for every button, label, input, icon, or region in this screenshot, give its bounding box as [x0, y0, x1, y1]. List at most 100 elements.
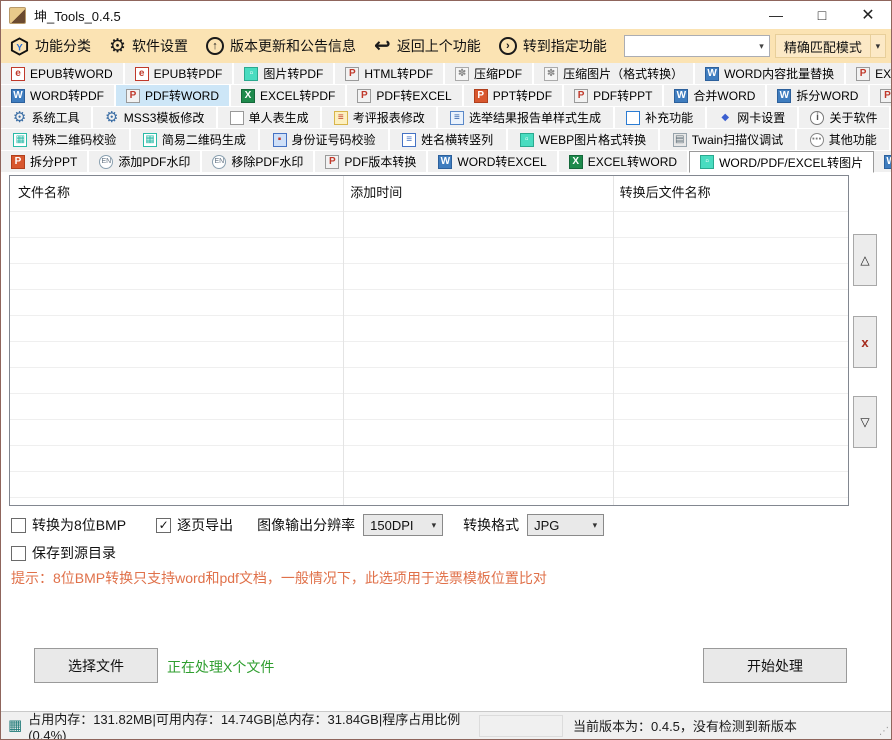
function-tab[interactable]: W WORD转EXCEL [428, 151, 558, 173]
function-tab-label: 拆分WORD [796, 87, 858, 104]
move-up-button[interactable]: △ [853, 234, 877, 286]
delete-item-button[interactable]: x [853, 316, 877, 368]
function-tab[interactable]: 单人表生成 [218, 107, 322, 129]
stamp-icon: EN [99, 155, 113, 169]
function-tab-active[interactable]: ▫WORD/PDF/EXCEL转图片 [689, 151, 874, 173]
function-tab[interactable]: P合并PDF [870, 85, 892, 107]
function-tab[interactable]: ▪身份证号码校验 [260, 129, 390, 151]
version-update-button[interactable]: ↑ 版本更新和公告信息 [197, 29, 365, 63]
checkbox-checked-icon: ✓ [156, 518, 171, 533]
resize-grip[interactable]: ⋰ [879, 726, 889, 737]
function-tab[interactable]: ≡选举结果报告单样式生成 [438, 107, 614, 129]
function-tab[interactable]: XEXCEL转PDF [231, 85, 347, 107]
save-source-checkbox[interactable]: 保存到源目录 [11, 543, 116, 563]
minimize-button[interactable]: — [753, 1, 799, 29]
close-button[interactable]: ✕ [845, 1, 891, 29]
scanner-icon: ▤ [673, 133, 687, 147]
more-icon: ⋯ [810, 133, 824, 147]
function-tab[interactable]: ⋯其他功能 [797, 129, 891, 151]
gear-icon: ⚙ [105, 111, 119, 125]
dpi-value: 150DPI [370, 518, 413, 533]
table-row-empty [10, 212, 848, 238]
function-tab-label: Twain扫描仪调试 [692, 131, 783, 148]
goto-function-button[interactable]: › 转到指定功能 [490, 29, 616, 63]
chevron-down-icon[interactable]: ▾ [759, 41, 769, 52]
function-tab[interactable]: eEPUB转PDF [125, 63, 235, 85]
bmp8-label: 转换为8位BMP [32, 515, 126, 535]
function-tab-label: WORD转EXCEL [457, 153, 546, 170]
function-search-combo[interactable]: ▾ [624, 35, 770, 57]
info-icon: i [810, 111, 824, 125]
function-tab[interactable]: ≡姓名横转竖列 [390, 129, 508, 151]
software-settings-button[interactable]: ⚙ 软件设置 [100, 29, 197, 63]
function-category-button[interactable]: Y 功能分类 [1, 29, 100, 63]
app-icon [9, 7, 26, 24]
list-icon: ≡ [450, 111, 464, 125]
match-mode-arrow-button[interactable]: ▾ [871, 34, 886, 58]
function-tab[interactable]: ≡考评报表修改 [322, 107, 438, 129]
start-processing-button[interactable]: 开始处理 [703, 648, 847, 683]
function-tab[interactable]: EN添加PDF水印 [89, 151, 202, 173]
select-files-button[interactable]: 选择文件 [34, 648, 158, 683]
function-tab[interactable]: ▫图片转PDF [234, 63, 335, 85]
maximize-button[interactable]: □ [799, 1, 845, 29]
function-tab[interactable]: EN移除PDF水印 [202, 151, 315, 173]
column-header[interactable]: 添加时间 [342, 176, 611, 211]
epub-icon: e [11, 67, 25, 81]
excel-icon: X [569, 155, 583, 169]
move-down-button[interactable]: ▽ [853, 396, 877, 448]
function-tab[interactable]: W合并WORD [664, 85, 767, 107]
function-tab[interactable]: ⚙MSS3模板修改 [93, 107, 218, 129]
function-tab[interactable]: ▦特殊二维码校验 [1, 129, 131, 151]
function-tab[interactable]: PPDF转WORD [116, 85, 231, 107]
title-bar: 坤_Tools_0.4.5 — □ ✕ [1, 1, 891, 29]
function-tab[interactable]: PPDF转EXCEL [347, 85, 463, 107]
back-previous-function-button[interactable]: ↩ 返回上个功能 [365, 29, 490, 63]
function-tab[interactable]: ▫WEBP图片格式转换 [508, 129, 661, 151]
main-toolbar: Y 功能分类 ⚙ 软件设置 ↑ 版本更新和公告信息 ↩ 返回上个功能 › 转到指… [1, 29, 891, 63]
function-tab[interactable]: XEXCEL转WORD [559, 151, 689, 173]
options-row-2: 保存到源目录 [11, 543, 116, 563]
dpi-select[interactable]: 150DPI ▾ [363, 514, 443, 536]
function-tab[interactable]: PHTML转PDF [335, 63, 445, 85]
function-tab[interactable]: ⚙系统工具 [1, 107, 93, 129]
word-icon: W [438, 155, 452, 169]
function-tab[interactable]: PEXCEL内容批量替换 [846, 63, 892, 85]
function-tab[interactable]: PPPT转PDF [464, 85, 564, 107]
function-tab-label: 身份证号码校验 [292, 131, 376, 148]
chevron-down-icon: ▾ [432, 520, 443, 531]
function-tab[interactable]: PPDF转PPT [564, 85, 664, 107]
function-tab[interactable]: W拆分WORD [767, 85, 870, 107]
per-page-checkbox[interactable]: ✓ 逐页导出 [156, 515, 233, 535]
bmp8-checkbox[interactable]: 转换为8位BMP [11, 515, 126, 535]
function-tab[interactable]: P拆分PPT [1, 151, 89, 173]
toolbar-label: 转到指定功能 [523, 36, 607, 56]
function-tab[interactable]: ▤ Twain扫描仪调试 [660, 129, 797, 151]
function-tab[interactable]: WWORD内容批量替换 [695, 63, 846, 85]
function-tab[interactable]: ◆网卡设置 [707, 107, 799, 129]
column-header[interactable]: 转换后文件名称 [612, 176, 848, 211]
checkbox-unchecked-icon [11, 546, 26, 561]
function-tab[interactable]: ✽压缩PDF [445, 63, 534, 85]
function-tab[interactable]: PPDF版本转换 [315, 151, 428, 173]
function-tab[interactable]: ✽压缩图片（格式转换） [534, 63, 695, 85]
function-tab-label: 合并WORD [693, 87, 755, 104]
function-tab[interactable]: ▦简易二维码生成 [131, 129, 261, 151]
function-tab[interactable]: WWORD转PDF [1, 85, 116, 107]
match-mode-button[interactable]: 精确匹配模式 [775, 34, 871, 58]
function-tab[interactable]: i关于软件 [799, 107, 891, 129]
toolbar-label: 软件设置 [132, 36, 188, 56]
docblue-icon [626, 111, 640, 125]
report-icon: ≡ [334, 111, 348, 125]
function-tab[interactable]: WWORD转EPUB [874, 151, 892, 173]
file-table[interactable]: 文件名称添加时间转换后文件名称 [9, 175, 849, 506]
function-tab-label: EPUB转WORD [30, 65, 113, 82]
hint-text: 提示：8位BMP转换只支持word和pdf文档，一般情况下，此选项用于选票模板位… [11, 568, 547, 588]
function-tab[interactable]: 补充功能 [615, 107, 707, 129]
format-select[interactable]: JPG ▾ [527, 514, 604, 536]
function-tab-label: HTML转PDF [364, 65, 433, 82]
update-icon: ↑ [206, 37, 224, 55]
column-header[interactable]: 文件名称 [10, 176, 342, 211]
function-tab[interactable]: e EPUB转WORD [1, 63, 125, 85]
status-bar: ▦ 占用内存：131.82MB|可用内存：14.74GB|总内存：31.84GB… [1, 711, 891, 739]
